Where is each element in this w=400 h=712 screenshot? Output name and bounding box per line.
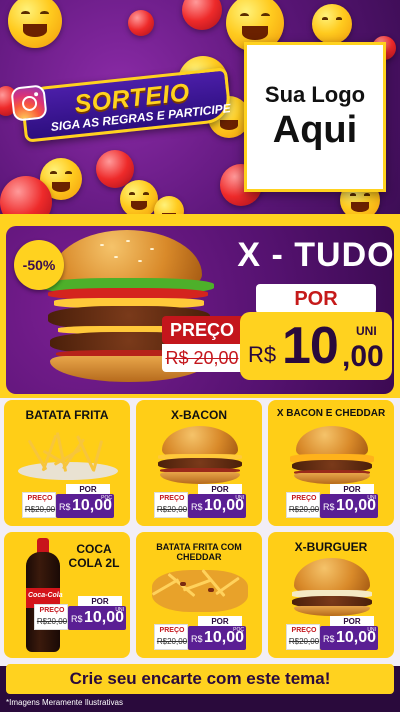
featured-product-name: X - TUDO	[237, 236, 395, 274]
price-box: R$ 10,00 POÇ	[56, 494, 114, 518]
old-price: R$20,00	[24, 505, 56, 514]
red-balloon-icon	[128, 10, 154, 36]
currency: R$	[71, 614, 83, 624]
price-box: R$ 10,00 UNI	[320, 494, 378, 518]
old-price-box: PREÇO R$20,00	[22, 492, 56, 518]
product-name: BATATA FRITA COM CHEDDAR	[156, 542, 242, 562]
old-price: R$20,00	[288, 637, 320, 646]
price-box: R$ 10,00 UNI	[68, 606, 126, 630]
laughing-emoji-icon	[8, 0, 62, 48]
product-card-x-burguer[interactable]: X-BURGUER POR PREÇO R$20,00 R$ 10,00 UNI	[268, 532, 394, 658]
giveaway-banner: SORTEIO SIGA AS REGRAS E PARTICIPE	[8, 64, 244, 146]
promo-header: SORTEIO SIGA AS REGRAS E PARTICIPE Sua L…	[0, 0, 400, 222]
price-box: R$ 10,00 UNI	[320, 626, 378, 650]
product-card-x-bacon[interactable]: X-BACON POR PREÇO R$20,00 R$ 10,00 UNI	[136, 400, 262, 526]
unit: UNI	[367, 495, 376, 501]
featured-old-price-value: R$ 20,00	[165, 348, 239, 368]
featured-currency: R$	[248, 342, 277, 367]
featured-preco-label: PREÇO	[162, 316, 242, 344]
product-name: X BACON E CHEDDAR	[276, 408, 386, 419]
price-tag: POR PREÇO R$20,00 R$ 10,00 POÇ	[22, 484, 114, 520]
product-name: X-BACON	[171, 408, 227, 422]
cheddar-fries-image	[150, 560, 250, 616]
preco-label: PREÇO	[39, 607, 65, 614]
kiss-emoji-icon	[312, 4, 352, 44]
fries-image	[18, 428, 118, 482]
price-tag: POR PREÇO R$20,00 R$ 10,00 POÇ	[154, 616, 246, 652]
unit: POÇ	[233, 627, 244, 633]
product-card-batata-cheddar[interactable]: BATATA FRITA COM CHEDDAR POR PREÇO R$20,…	[136, 532, 262, 658]
x-burguer-burger-image	[284, 558, 380, 616]
logo-text-line2: Aqui	[272, 109, 358, 151]
price-tag: POR PREÇO R$20,00 R$ 10,00 UNI	[154, 484, 246, 520]
preco-label: PREÇO	[291, 627, 317, 634]
unit: UNI	[367, 627, 376, 633]
featured-por-label: POR	[256, 284, 376, 314]
currency: R$	[59, 502, 71, 512]
price-tag: POR PREÇO R$20,00 R$ 10,00 UNI	[34, 596, 126, 632]
product-card-batata-frita[interactable]: BATATA FRITA POR PREÇO R$20,00 R$ 10,00 …	[4, 400, 130, 526]
currency: R$	[191, 634, 203, 644]
old-price-box: PREÇO R$20,00	[286, 492, 320, 518]
price-tag: POR PREÇO R$20,00 R$ 10,00 UNI	[286, 484, 378, 520]
discount-badge: -50%	[14, 240, 64, 290]
product-name: BATATA FRITA	[25, 408, 109, 422]
old-price-box: PREÇO R$20,00	[34, 604, 68, 630]
preco-label: PREÇO	[27, 495, 53, 502]
currency: R$	[323, 634, 335, 644]
product-card-x-bacon-cheddar[interactable]: X BACON E CHEDDAR POR PREÇO R$20,00 R$ 1…	[268, 400, 394, 526]
logo-text-line1: Sua Logo	[264, 82, 366, 107]
old-price-box: PREÇO R$20,00	[286, 624, 320, 650]
old-price: R$20,00	[156, 505, 188, 514]
featured-price-integer: 10	[282, 317, 339, 375]
featured-price: R$ 10 ,00 UNI	[240, 312, 392, 380]
featured-old-price: R$ 20,00	[162, 344, 242, 372]
yellow-stripe	[0, 214, 400, 222]
old-price-box: PREÇO R$20,00	[154, 624, 188, 650]
red-balloon-icon	[182, 0, 222, 30]
product-card-coca-cola[interactable]: Coca-Cola COCA COLA 2L POR PREÇO R$20,00…	[4, 532, 130, 658]
preco-label: PREÇO	[159, 627, 185, 634]
smiling-emoji-icon	[120, 180, 158, 218]
product-name: COCA COLA 2L	[68, 542, 120, 570]
price-tag: POR PREÇO R$20,00 R$ 10,00 UNI	[286, 616, 378, 652]
old-price: R$20,00	[36, 617, 68, 626]
old-price: R$20,00	[156, 637, 188, 646]
unit: UNI	[115, 607, 124, 613]
price-box: R$ 10,00 POÇ	[188, 626, 246, 650]
giveaway-badge: SORTEIO SIGA AS REGRAS E PARTICIPE	[19, 67, 233, 143]
old-price: R$20,00	[288, 505, 320, 514]
x-bacon-burger-image	[150, 426, 250, 484]
price-box: R$ 10,00 UNI	[188, 494, 246, 518]
disclaimer-text: *Imagens Meramente Ilustrativas	[6, 698, 123, 707]
product-name: X-BURGUER	[294, 540, 368, 554]
logo-placeholder[interactable]: Sua Logo Aqui	[244, 42, 386, 192]
unit: UNI	[235, 495, 244, 501]
cta-banner[interactable]: Crie seu encarte com este tema!	[6, 664, 394, 694]
featured-unit: UNI	[356, 324, 377, 338]
currency: R$	[323, 502, 335, 512]
unit: POÇ	[101, 495, 112, 501]
currency: R$	[191, 502, 203, 512]
old-price-box: PREÇO R$20,00	[154, 492, 188, 518]
instagram-icon	[10, 84, 48, 122]
x-bacon-cheddar-burger-image	[284, 426, 380, 484]
preco-label: PREÇO	[159, 495, 185, 502]
preco-label: PREÇO	[291, 495, 317, 502]
featured-price-cents: ,00	[342, 340, 384, 373]
